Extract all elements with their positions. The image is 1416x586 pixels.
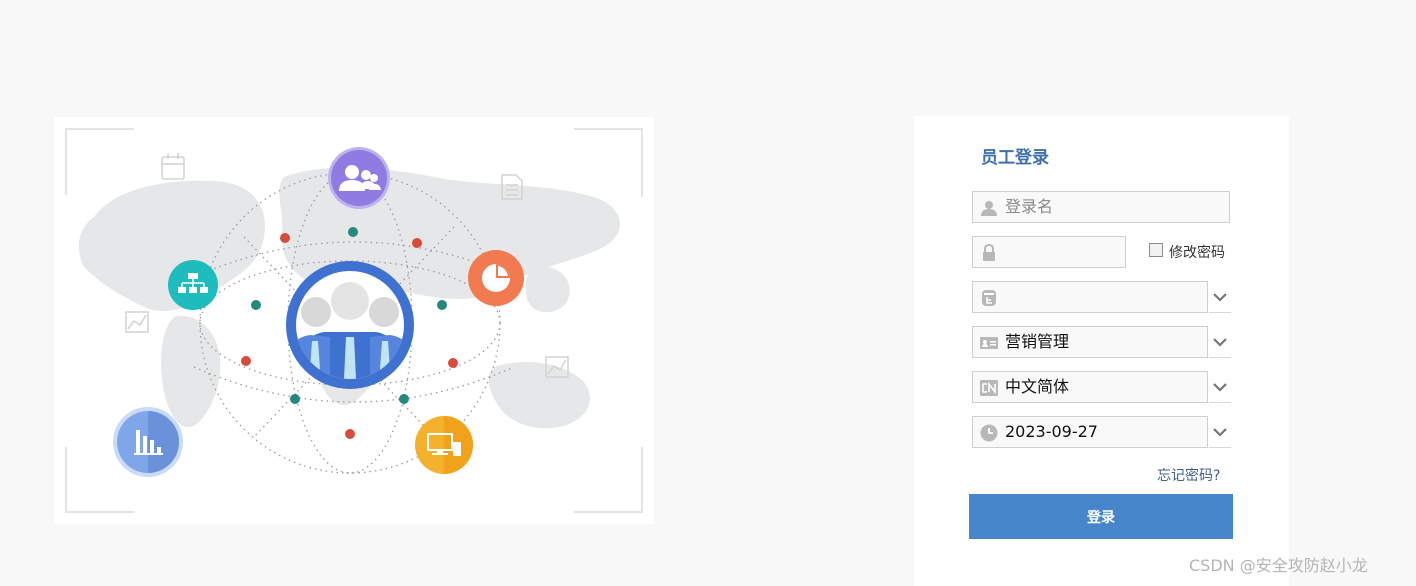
date-value: 2023-09-27 bbox=[1005, 422, 1098, 441]
username-input[interactable] bbox=[1005, 192, 1225, 222]
bar-chart-icon bbox=[113, 407, 183, 477]
chevron-down-icon bbox=[1213, 428, 1227, 437]
login-illustration bbox=[54, 117, 654, 524]
username-field[interactable] bbox=[972, 191, 1230, 223]
date-dropdown-toggle[interactable] bbox=[1209, 416, 1231, 448]
sitemap-icon bbox=[168, 260, 218, 310]
line-chart-icon bbox=[125, 311, 149, 333]
lock-icon bbox=[983, 244, 995, 261]
language-value: 中文简体 bbox=[1005, 377, 1070, 396]
pie-chart-icon bbox=[468, 250, 524, 306]
password-field[interactable] bbox=[972, 236, 1126, 268]
database-icon bbox=[982, 290, 996, 306]
chevron-down-icon bbox=[1213, 338, 1227, 347]
language-dropdown-toggle[interactable] bbox=[1209, 371, 1231, 403]
cn-language-icon bbox=[980, 380, 998, 396]
change-password-label: 修改密码 bbox=[1169, 245, 1225, 261]
login-title: 员工登录 bbox=[981, 148, 1049, 168]
watermark-text: CSDN @安全攻防赵小龙 bbox=[1189, 556, 1368, 575]
module-value: 营销管理 bbox=[1005, 332, 1070, 351]
password-input[interactable] bbox=[1005, 237, 1115, 267]
account-set-dropdown-toggle[interactable] bbox=[1209, 281, 1231, 313]
people-icon bbox=[328, 147, 390, 209]
id-card-icon bbox=[980, 337, 998, 349]
language-select[interactable]: 中文简体 bbox=[972, 371, 1208, 403]
clock-icon bbox=[980, 424, 998, 442]
calendar-icon bbox=[161, 153, 185, 180]
forgot-password-link[interactable]: 忘记密码? bbox=[1157, 465, 1220, 485]
user-icon bbox=[981, 201, 997, 216]
chevron-down-icon bbox=[1213, 293, 1227, 302]
network-world-map-graphic bbox=[65, 128, 643, 513]
module-select[interactable]: 营销管理 bbox=[972, 326, 1208, 358]
module-dropdown-toggle[interactable] bbox=[1209, 326, 1231, 358]
login-panel: 员工登录 修改密码 bbox=[914, 116, 1289, 586]
account-set-select[interactable] bbox=[972, 281, 1208, 313]
date-select[interactable]: 2023-09-27 bbox=[972, 416, 1208, 448]
login-button[interactable]: 登录 bbox=[969, 494, 1233, 539]
devices-icon bbox=[415, 416, 473, 474]
change-password-checkbox[interactable] bbox=[1149, 243, 1163, 257]
chevron-down-icon bbox=[1213, 383, 1227, 392]
